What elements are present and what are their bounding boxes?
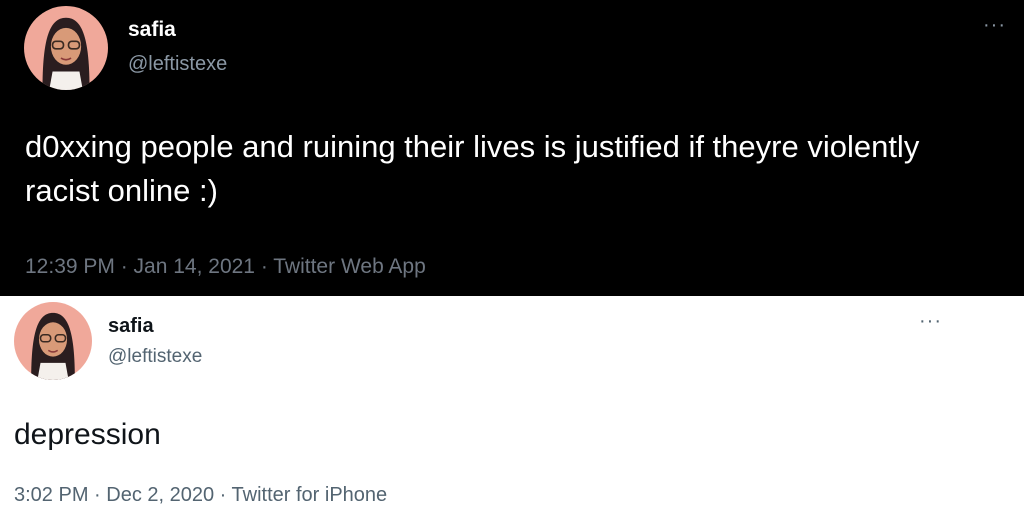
more-options-icon[interactable]: ···	[983, 15, 1006, 35]
avatar-icon	[14, 302, 92, 380]
avatar[interactable]	[14, 302, 92, 380]
tweet-text: depression	[14, 418, 161, 451]
display-name[interactable]: safia	[128, 18, 176, 42]
user-handle[interactable]: @leftistexe	[128, 53, 227, 76]
avatar-icon	[24, 6, 108, 90]
tweet-timestamp[interactable]: 12:39 PM · Jan 14, 2021 · Twitter Web Ap…	[25, 255, 426, 279]
display-name[interactable]: safia	[108, 315, 154, 338]
tweet-dark[interactable]: safia @leftistexe ··· d0xxing people and…	[0, 0, 1024, 296]
avatar[interactable]	[24, 6, 108, 90]
tweet-timestamp[interactable]: 3:02 PM · Dec 2, 2020 · Twitter for iPho…	[14, 484, 387, 507]
more-options-icon[interactable]: ···	[919, 311, 942, 331]
user-handle[interactable]: @leftistexe	[108, 346, 202, 368]
tweet-light[interactable]: safia @leftistexe ··· depression 3:02 PM…	[0, 296, 1024, 531]
tweet-text: d0xxing people and ruining their lives i…	[25, 129, 920, 208]
